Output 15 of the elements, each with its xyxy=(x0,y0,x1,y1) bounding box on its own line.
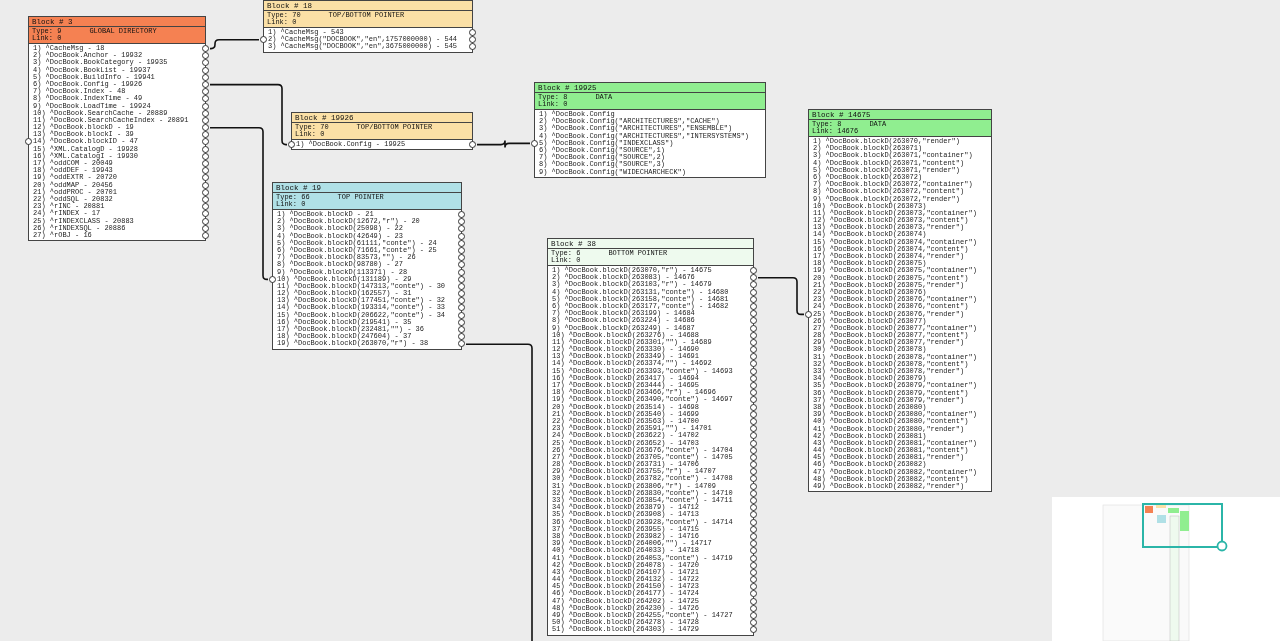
connector-line xyxy=(757,277,805,316)
out-port-icon[interactable] xyxy=(469,141,476,148)
block-card[interactable] xyxy=(808,109,992,493)
connector-line xyxy=(476,139,531,149)
in-port-icon[interactable] xyxy=(25,138,32,146)
block-card[interactable] xyxy=(28,16,206,242)
in-port-icon[interactable] xyxy=(288,141,295,148)
in-port-icon[interactable] xyxy=(805,310,812,318)
block-card[interactable] xyxy=(547,238,754,636)
in-port-icon[interactable] xyxy=(269,275,276,283)
block-card[interactable] xyxy=(272,182,462,350)
connector-line xyxy=(209,39,260,50)
block-card[interactable] xyxy=(534,82,766,178)
in-port-icon[interactable] xyxy=(531,139,538,147)
in-port-icon[interactable] xyxy=(260,36,267,44)
